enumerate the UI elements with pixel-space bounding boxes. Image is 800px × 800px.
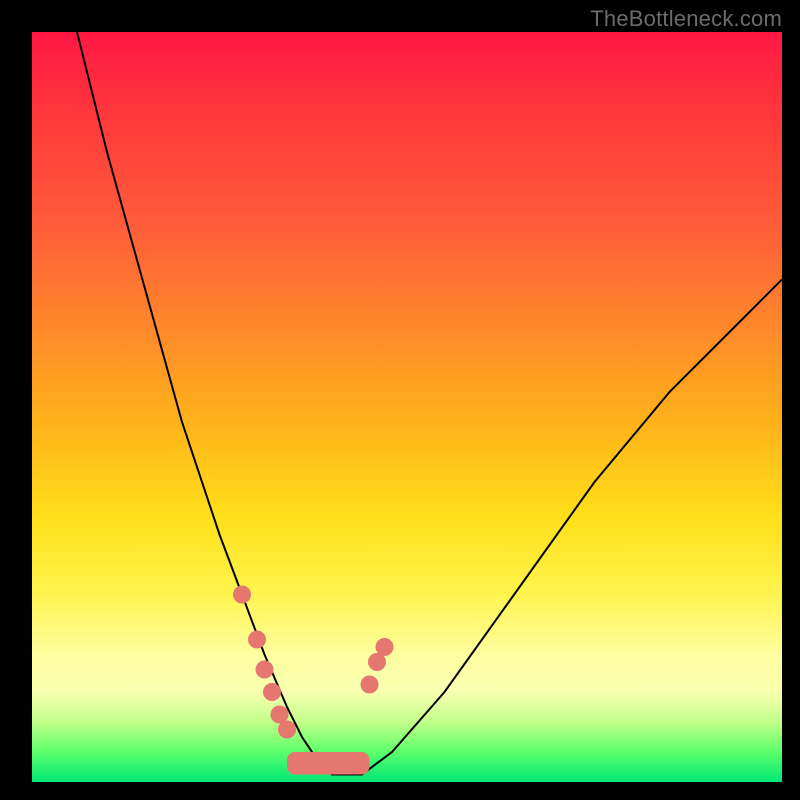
watermark-text: TheBottleneck.com [590, 6, 782, 32]
highlight-dot [361, 676, 379, 694]
chart-area [32, 32, 782, 782]
highlight-dot [233, 586, 251, 604]
highlight-dot [376, 638, 394, 656]
highlight-dots [32, 32, 782, 782]
highlight-dot [248, 631, 266, 649]
highlight-dot [256, 661, 274, 679]
highlight-dot [263, 683, 281, 701]
highlight-bottom-band [287, 752, 370, 775]
highlight-dot [278, 721, 296, 739]
